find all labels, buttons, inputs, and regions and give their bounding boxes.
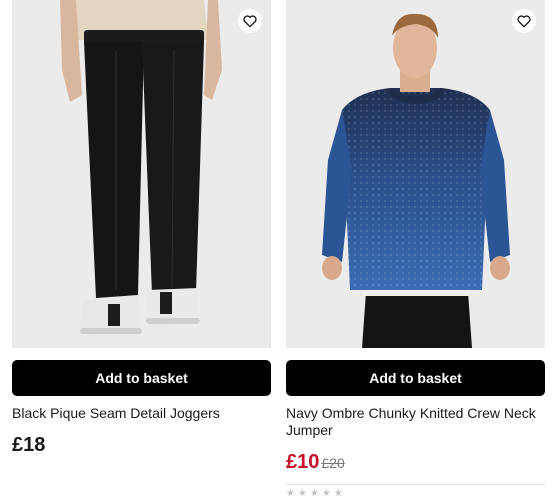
star-icon: ★ xyxy=(309,488,319,496)
rating-stars[interactable]: ★ ★ ★ ★ ★ xyxy=(286,489,343,496)
original-price: £20 xyxy=(321,455,345,471)
divider xyxy=(286,484,545,485)
black-joggers-photo xyxy=(12,0,271,348)
navy-jumper-photo xyxy=(286,0,545,348)
heart-outline-icon xyxy=(517,15,531,28)
product-image[interactable] xyxy=(286,0,545,348)
heart-outline-icon xyxy=(243,15,257,28)
star-icon: ★ xyxy=(333,488,343,496)
price-row: £10 £20 xyxy=(286,451,345,473)
product-card[interactable]: Add to basket Navy Ombre Chunky Knitted … xyxy=(286,0,545,496)
wishlist-button[interactable] xyxy=(512,9,536,33)
add-to-basket-button[interactable]: Add to basket xyxy=(286,360,545,396)
star-icon: ★ xyxy=(297,488,307,496)
product-title[interactable]: Navy Ombre Chunky Knitted Crew Neck Jump… xyxy=(286,405,545,439)
product-image[interactable] xyxy=(12,0,271,348)
wishlist-button[interactable] xyxy=(238,9,262,33)
product-card[interactable]: Add to basket Black Pique Seam Detail Jo… xyxy=(12,0,271,456)
star-icon: ★ xyxy=(286,488,295,496)
product-price: £18 xyxy=(12,434,46,456)
sale-price: £10 xyxy=(286,451,320,473)
star-icon: ★ xyxy=(321,488,331,496)
product-title[interactable]: Black Pique Seam Detail Joggers xyxy=(12,405,271,422)
add-to-basket-button[interactable]: Add to basket xyxy=(12,360,271,396)
